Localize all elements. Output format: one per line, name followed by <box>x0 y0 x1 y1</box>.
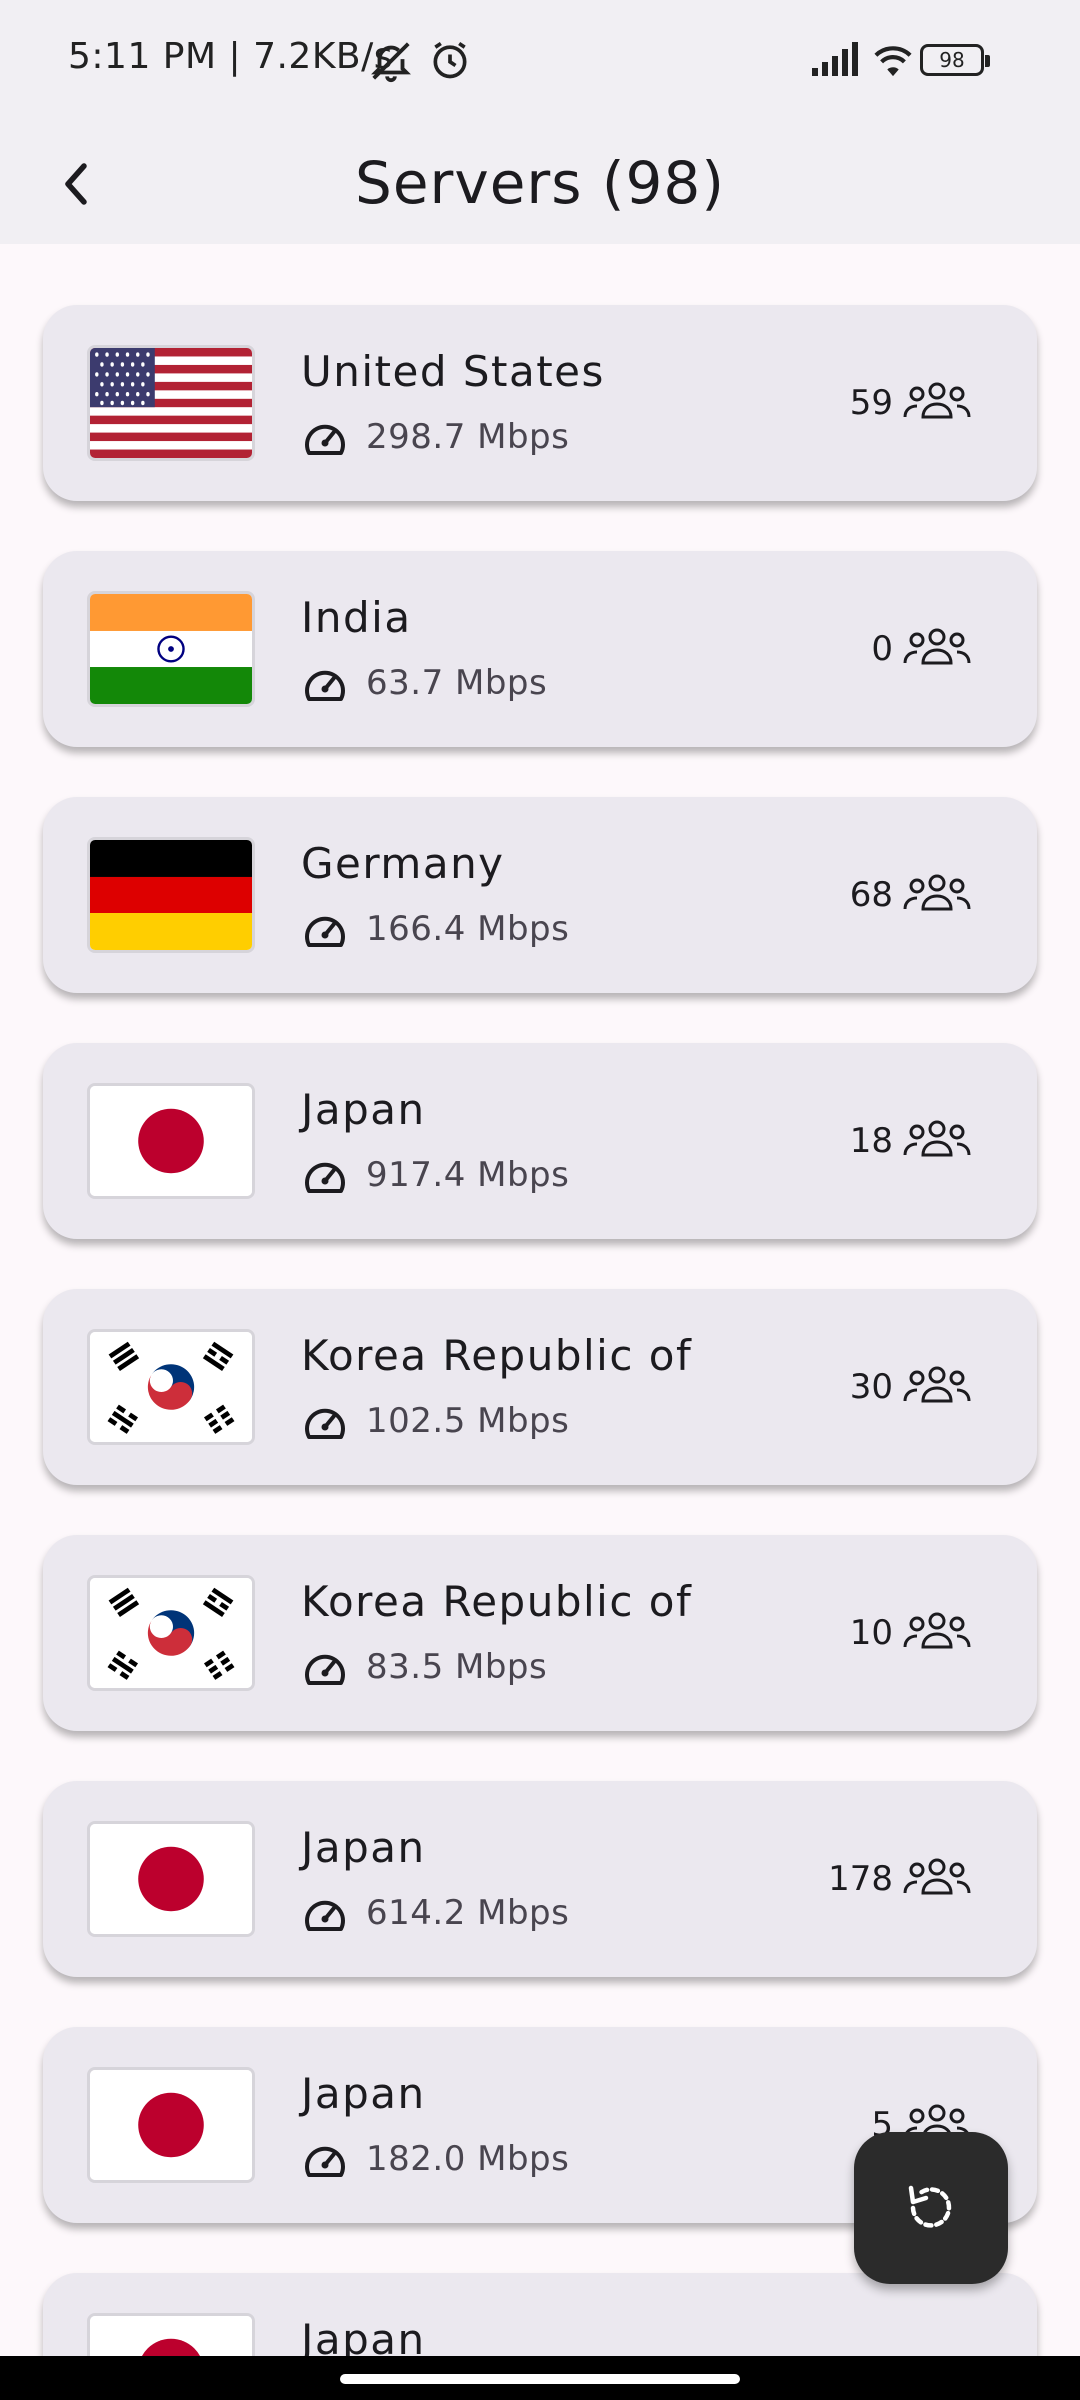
users-count: 59 <box>849 383 893 423</box>
server-speed: 298.7 Mbps <box>366 417 570 457</box>
server-speed: 182.0 Mbps <box>366 2139 570 2179</box>
server-speed: 917.4 Mbps <box>366 1155 570 1195</box>
users-count: 0 <box>871 629 893 669</box>
server-speed: 614.2 Mbps <box>366 1893 570 1933</box>
speedometer-icon <box>305 1408 345 1439</box>
server-country: Korea Republic of <box>301 1331 693 1380</box>
server-speed: 166.4 Mbps <box>366 909 570 949</box>
app-bar: Servers (98) <box>0 120 1080 244</box>
server-card[interactable]: Korea Republic of 83.5 Mbps 10 <box>43 1535 1037 1731</box>
users-count: 10 <box>849 1613 893 1653</box>
server-speed: 83.5 Mbps <box>366 1647 548 1687</box>
wifi-icon <box>870 40 916 82</box>
server-card[interactable]: Germany 166.4 Mbps 68 <box>43 797 1037 993</box>
flag-kr-icon <box>87 1575 255 1691</box>
flag-kr-icon <box>87 1329 255 1445</box>
flag-de-icon <box>87 837 255 953</box>
flag-jp-icon <box>87 2067 255 2183</box>
users-icon <box>903 382 971 419</box>
battery-level: 98 <box>939 48 965 72</box>
server-card[interactable]: Japan 614.2 Mbps 178 <box>43 1781 1037 1977</box>
server-country: Germany <box>301 839 505 888</box>
users-icon <box>903 1612 971 1649</box>
bell-off-icon <box>368 38 414 83</box>
server-country: Japan <box>301 1085 426 1134</box>
page-title: Servers (98) <box>355 149 725 217</box>
users-icon <box>903 628 971 665</box>
speedometer-icon <box>305 424 345 455</box>
battery-icon: 98 <box>920 44 990 76</box>
speedometer-icon <box>305 2146 345 2177</box>
users-icon <box>903 1366 971 1403</box>
server-speed: 102.5 Mbps <box>366 1401 570 1441</box>
refresh-button[interactable] <box>854 2132 1008 2284</box>
flag-jp-icon <box>87 2313 255 2356</box>
users-icon <box>903 1858 971 1895</box>
users-icon <box>903 874 971 911</box>
server-country: United States <box>301 347 605 396</box>
speedometer-icon <box>305 1162 345 1193</box>
server-country: Korea Republic of <box>301 1577 693 1626</box>
users-count: 30 <box>849 1367 893 1407</box>
status-bar: 5:11 PM | 7.2KB/s 98 <box>0 0 1080 120</box>
refresh-icon <box>908 2185 952 2228</box>
server-list[interactable]: United States 298.7 Mbps 59 India 63.7 M… <box>0 244 1080 2356</box>
speedometer-icon <box>305 1654 345 1685</box>
server-country: India <box>301 593 412 642</box>
flag-in-icon <box>87 591 255 707</box>
speedometer-icon <box>305 916 345 947</box>
signal-icon <box>812 42 862 80</box>
server-card[interactable]: India 63.7 Mbps 0 <box>43 551 1037 747</box>
server-speed: 63.7 Mbps <box>366 663 548 703</box>
server-card[interactable]: United States 298.7 Mbps 59 <box>43 305 1037 501</box>
server-country: Japan <box>301 2069 426 2118</box>
flag-us-icon <box>87 345 255 461</box>
status-right: 98 <box>780 0 1080 120</box>
speedometer-icon <box>305 670 345 701</box>
server-card[interactable]: Korea Republic of 102.5 Mbps 30 <box>43 1289 1037 1485</box>
server-card[interactable]: Japan <box>43 2273 1037 2356</box>
users-icon <box>903 1120 971 1157</box>
alarm-icon <box>428 38 472 79</box>
speedometer-icon <box>305 1900 345 1931</box>
server-country: Japan <box>301 1823 426 1872</box>
server-card[interactable]: Japan 917.4 Mbps 18 <box>43 1043 1037 1239</box>
server-country: Japan <box>301 2315 426 2356</box>
users-count: 18 <box>849 1121 893 1161</box>
flag-jp-icon <box>87 1083 255 1199</box>
flag-jp-icon <box>87 1821 255 1937</box>
home-gesture-handle[interactable] <box>340 2374 740 2384</box>
status-time: 5:11 PM | 7.2KB/s <box>68 36 394 77</box>
users-count: 178 <box>828 1859 893 1899</box>
users-count: 68 <box>849 875 893 915</box>
navigation-bar <box>0 2356 1080 2400</box>
